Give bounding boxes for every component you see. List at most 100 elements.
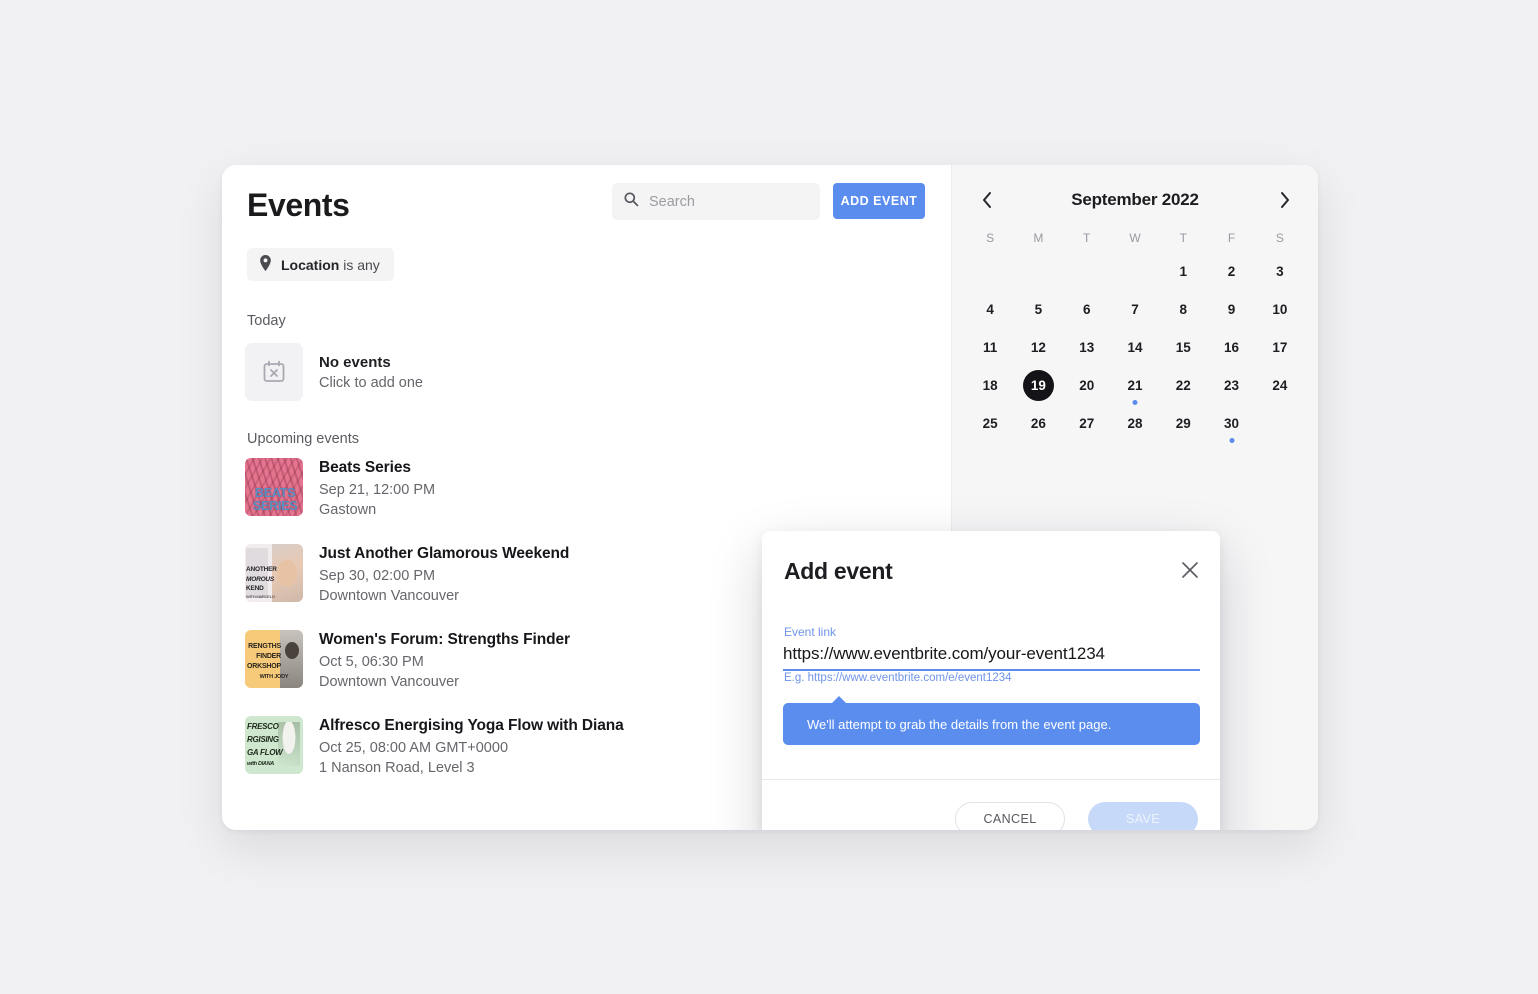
- calendar-day-header: S: [986, 231, 995, 245]
- event-thumbnail: RENGTHS FINDER ORKSHOP WITH JODY: [245, 630, 303, 688]
- calendar-day-blank: [1014, 255, 1062, 287]
- event-thumbnail: ANOTHER MOROUS KEND WITH MARCELO: [245, 544, 303, 602]
- calendar-day-number: 20: [1079, 377, 1095, 393]
- event-thumb-text: ORKSHOP: [247, 663, 281, 670]
- calendar-grid: S M T W T F S 1 2 3 4 5 6 7 8 9 10 11 12 13 14 15 16 17 18 19 20 21…: [966, 227, 1304, 443]
- calendar-day-8[interactable]: 8: [1159, 293, 1207, 325]
- calendar-day-16[interactable]: 16: [1207, 331, 1255, 363]
- info-tooltip-text: We'll attempt to grab the details from t…: [807, 716, 1112, 732]
- calendar-day-27[interactable]: 27: [1063, 407, 1111, 439]
- search-input[interactable]: [649, 193, 809, 210]
- event-thumb-text: ANOTHER: [246, 566, 277, 573]
- save-button[interactable]: SAVE: [1088, 802, 1198, 830]
- calendar-day-10[interactable]: 10: [1256, 293, 1304, 325]
- section-label-today: Today: [247, 313, 286, 329]
- dialog-divider: [762, 779, 1220, 780]
- calendar-day-11[interactable]: 11: [966, 331, 1014, 363]
- calendar-day-24[interactable]: 24: [1256, 369, 1304, 401]
- add-event-button[interactable]: ADD EVENT: [833, 183, 925, 219]
- calendar-day-17[interactable]: 17: [1256, 331, 1304, 363]
- event-thumb-text: with DIANA: [247, 761, 274, 767]
- event-location: 1 Nanson Road, Level 3: [319, 760, 475, 776]
- search-input-wrapper[interactable]: [612, 183, 820, 220]
- event-link-label: Event link: [784, 625, 837, 639]
- calendar-day-6[interactable]: 6: [1063, 293, 1111, 325]
- event-thumb-text: RGISING: [247, 735, 279, 744]
- calendar-day-number: 19: [1022, 369, 1054, 401]
- chevron-right-icon[interactable]: [1270, 185, 1300, 215]
- calendar-day-number: 16: [1224, 339, 1240, 355]
- tooltip-arrow: [831, 696, 847, 704]
- events-app-card: Events ADD EVENT Location is any Today: [222, 165, 1318, 830]
- calendar-day-header: T: [1179, 231, 1187, 245]
- calendar-day-12[interactable]: 12: [1014, 331, 1062, 363]
- section-label-upcoming: Upcoming events: [247, 431, 360, 447]
- calendar-day-26[interactable]: 26: [1014, 407, 1062, 439]
- calendar-day-number: 26: [1030, 415, 1046, 431]
- calendar-day-1[interactable]: 1: [1159, 255, 1207, 287]
- calendar-day-number: 9: [1227, 301, 1236, 317]
- calendar-day-number: 27: [1079, 415, 1095, 431]
- calendar-day-number: 13: [1079, 339, 1095, 355]
- calendar-day-blank: [966, 255, 1014, 287]
- chevron-left-icon[interactable]: [972, 185, 1002, 215]
- calendar-day-number: 6: [1082, 301, 1091, 317]
- event-title: Beats Series: [319, 459, 411, 476]
- calendar-day-28[interactable]: 28: [1111, 407, 1159, 439]
- calendar-day-number: 4: [986, 301, 994, 317]
- no-events-title: No events: [319, 353, 391, 371]
- event-datetime: Sep 30, 02:00 PM: [319, 568, 436, 584]
- calendar-day-number: 24: [1272, 377, 1288, 393]
- close-icon[interactable]: [1179, 559, 1203, 583]
- calendar-day-5[interactable]: 5: [1014, 293, 1062, 325]
- location-chip-value: is any: [339, 256, 380, 273]
- calendar-day-number: 14: [1127, 339, 1143, 355]
- calendar-day-3[interactable]: 3: [1256, 255, 1304, 287]
- event-thumb-text: SERIES: [252, 498, 298, 513]
- calendar-day-18[interactable]: 18: [966, 369, 1014, 401]
- event-title: Women's Forum: Strengths Finder: [319, 631, 570, 648]
- location-filter-chip[interactable]: Location is any: [247, 248, 394, 281]
- add-event-dialog: Add event Event link E.g. https://www.ev…: [762, 531, 1220, 830]
- calendar-day-blank: [1111, 255, 1159, 287]
- calendar-day-19[interactable]: 19: [1014, 369, 1062, 401]
- calendar-event-dot: [1229, 438, 1235, 443]
- event-location: Gastown: [319, 502, 377, 518]
- calendar-day-23[interactable]: 23: [1207, 369, 1255, 401]
- calendar-day-14[interactable]: 14: [1111, 331, 1159, 363]
- calendar-day-number: 28: [1127, 415, 1143, 431]
- calendar-day-29[interactable]: 29: [1159, 407, 1207, 439]
- calendar-day-20[interactable]: 20: [1063, 369, 1111, 401]
- no-events-subtitle: Click to add one: [319, 374, 423, 391]
- location-pin-icon: [259, 255, 272, 274]
- calendar-day-22[interactable]: 22: [1159, 369, 1207, 401]
- event-title: Alfresco Energising Yoga Flow with Diana: [319, 717, 624, 734]
- event-thumb-text: KEND: [246, 585, 264, 592]
- no-events-row[interactable]: No events Click to add one: [245, 343, 423, 401]
- calendar-day-13[interactable]: 13: [1063, 331, 1111, 363]
- calendar-day-2[interactable]: 2: [1207, 255, 1255, 287]
- event-link-input[interactable]: [783, 640, 1200, 668]
- event-thumb-text: RENGTHS: [248, 643, 281, 650]
- cancel-button[interactable]: CANCEL: [955, 802, 1065, 830]
- event-details: Just Another Glamorous Weekend Sep 30, 0…: [319, 544, 569, 604]
- calendar-day-25[interactable]: 25: [966, 407, 1014, 439]
- info-tooltip: We'll attempt to grab the details from t…: [783, 696, 1200, 745]
- event-thumb-text: MOROUS: [246, 576, 275, 583]
- event-datetime: Sep 21, 12:00 PM: [319, 482, 436, 498]
- calendar-header: September 2022: [952, 185, 1318, 215]
- calendar-day-number: 3: [1276, 263, 1284, 279]
- calendar-day-header: S: [1275, 231, 1284, 245]
- calendar-day-7[interactable]: 7: [1111, 293, 1159, 325]
- calendar-day-9[interactable]: 9: [1207, 293, 1255, 325]
- event-location: Downtown Vancouver: [319, 588, 459, 604]
- event-title: Just Another Glamorous Weekend: [319, 545, 570, 562]
- event-thumb-text: WITH JODY: [259, 674, 289, 680]
- calendar-day-30[interactable]: 30: [1207, 407, 1255, 443]
- calendar-day-15[interactable]: 15: [1159, 331, 1207, 363]
- search-icon: [623, 191, 639, 212]
- calendar-day-21[interactable]: 21: [1111, 369, 1159, 405]
- calendar-day-4[interactable]: 4: [966, 293, 1014, 325]
- event-datetime: Oct 25, 08:00 AM GMT+0000: [319, 740, 509, 756]
- calendar-day-number: 8: [1179, 301, 1188, 317]
